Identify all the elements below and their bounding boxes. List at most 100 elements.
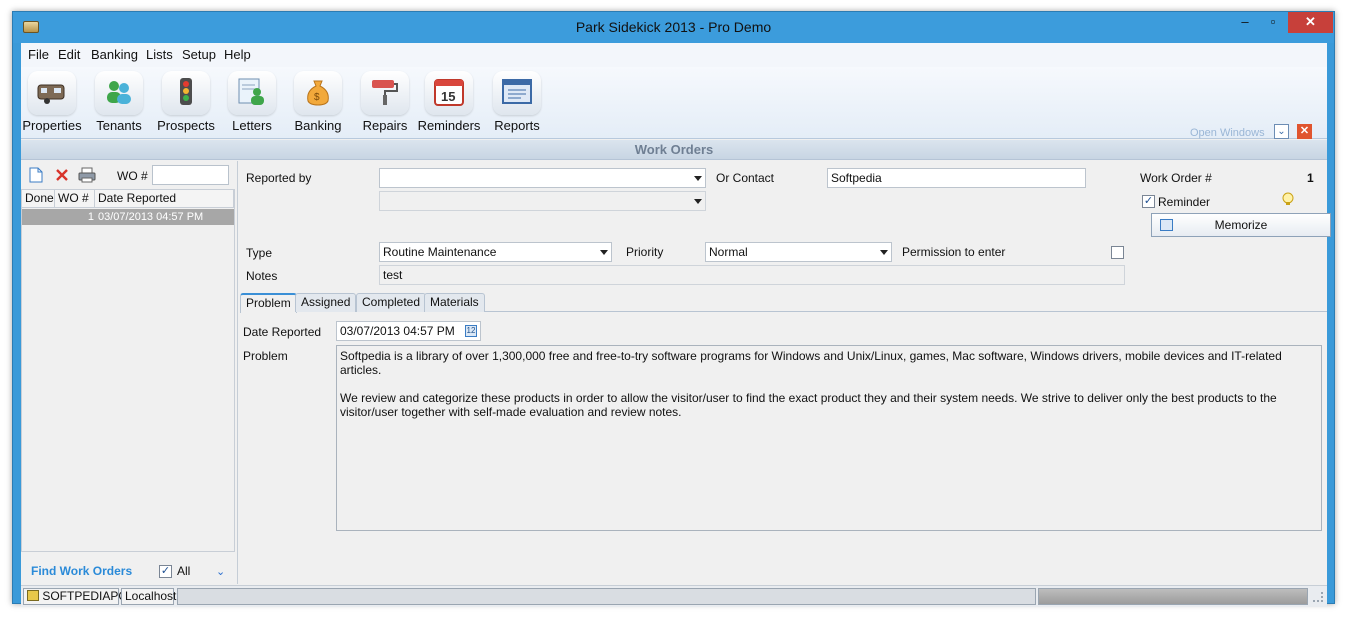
reported-by-combo[interactable] (379, 168, 706, 188)
row-wo: 1 (87, 211, 94, 223)
problem-label: Problem (243, 349, 288, 363)
table-row[interactable]: 1 03/07/2013 04:57 PM (22, 209, 234, 225)
paint-roller-icon (361, 71, 409, 115)
find-work-orders-link[interactable]: Find Work Orders (31, 564, 132, 578)
ribbon-repairs-button[interactable]: Repairs (361, 71, 409, 135)
window-title: Park Sidekick 2013 - Pro Demo (575, 19, 772, 35)
calendar-day: 15 (441, 89, 455, 104)
close-button[interactable]: ✕ (1288, 12, 1333, 33)
menu-bar: File Edit Banking Lists Setup Help (21, 43, 1327, 67)
column-header-wo[interactable]: WO # (55, 190, 95, 208)
tab-completed[interactable]: Completed (356, 293, 427, 312)
work-order-number-label: Work Order # (1140, 171, 1212, 185)
ribbon-properties-button[interactable]: Properties (22, 71, 82, 135)
type-combo[interactable]: Routine Maintenance (379, 242, 612, 262)
svg-text:$: $ (314, 92, 320, 103)
reminder-checkbox[interactable]: ✓ (1142, 195, 1155, 208)
status-progress-panel (177, 588, 1036, 605)
work-order-number: 1 (1307, 171, 1314, 185)
open-windows-label: Open Windows (1190, 127, 1265, 139)
date-reported-field[interactable]: 03/07/2013 04:57 PM 12 (336, 321, 481, 341)
work-order-list-pane: WO # Done WO # Date Reported 1 03/07/201… (21, 161, 238, 584)
ribbon-banking-button[interactable]: $ Banking (294, 71, 342, 135)
dropdown-arrow-icon (600, 250, 608, 255)
menu-banking[interactable]: Banking (91, 47, 138, 62)
dropdown-arrow-icon (694, 199, 702, 204)
ribbon-label: Properties (22, 118, 82, 133)
column-header-done[interactable]: Done (22, 190, 55, 208)
ribbon-tenants-button[interactable]: Tenants (95, 71, 143, 135)
chevron-down-icon[interactable]: ⌄ (1274, 124, 1289, 139)
lightbulb-icon[interactable] (1281, 192, 1295, 206)
status-bar: SOFTPEDIAPC Localhost (21, 585, 1327, 607)
wo-search-label: WO # (117, 169, 148, 183)
memorize-button[interactable]: Memorize (1151, 213, 1331, 237)
priority-label: Priority (626, 245, 664, 259)
row-date: 03/07/2013 04:57 PM (98, 211, 204, 223)
ribbon-prospects-button[interactable]: Prospects (157, 71, 215, 135)
menu-file[interactable]: File (28, 47, 49, 62)
client-area: File Edit Banking Lists Setup Help Prope… (21, 43, 1331, 607)
menu-help[interactable]: Help (224, 47, 251, 62)
reported-by-label: Reported by (246, 171, 312, 185)
ribbon-label: Prospects (157, 118, 215, 133)
traffic-light-icon (162, 71, 210, 115)
work-orders-grid: Done WO # Date Reported 1 03/07/2013 04:… (21, 189, 235, 552)
section-title: Work Orders (21, 140, 1327, 160)
status-computer: SOFTPEDIAPC (23, 588, 127, 605)
or-contact-label: Or Contact (716, 171, 775, 185)
permission-label: Permission to enter (902, 245, 1006, 259)
ribbon-reports-button[interactable]: Reports (493, 71, 541, 135)
ribbon-label: Repairs (362, 118, 408, 133)
tab-problem[interactable]: Problem (240, 293, 297, 313)
wo-search-input[interactable] (152, 165, 229, 185)
money-bag-icon: $ (294, 71, 342, 115)
permission-checkbox[interactable] (1111, 246, 1124, 259)
maximize-button[interactable]: ▫ (1260, 12, 1286, 33)
printer-icon[interactable] (78, 167, 96, 185)
ribbon-label: Reminders (417, 118, 481, 133)
tab-assigned[interactable]: Assigned (295, 293, 357, 312)
status-server: Localhost (121, 588, 176, 605)
menu-setup[interactable]: Setup (182, 47, 216, 62)
new-document-icon[interactable] (29, 167, 43, 185)
ribbon-letters-button[interactable]: Letters (228, 71, 276, 135)
detail-tabs: Problem Assigned Completed Materials (240, 293, 1327, 313)
menu-edit[interactable]: Edit (58, 47, 80, 62)
close-all-icon[interactable]: ✕ (1297, 124, 1312, 139)
date-reported-label: Date Reported (243, 325, 322, 339)
notes-label: Notes (246, 269, 278, 283)
minimize-button[interactable]: – (1232, 12, 1258, 33)
dropdown-arrow-icon (694, 176, 702, 181)
tab-materials[interactable]: Materials (424, 293, 485, 312)
ribbon-reminders-button[interactable]: 15 Reminders (418, 71, 480, 135)
ribbon-label: Letters (232, 118, 272, 133)
calendar-grid-icon (1160, 219, 1173, 231)
status-indicator (1038, 588, 1308, 605)
priority-combo[interactable]: Normal (705, 242, 892, 262)
people-icon (95, 71, 143, 115)
resize-grip-icon[interactable] (1313, 592, 1323, 602)
ribbon-label: Tenants (96, 118, 142, 133)
all-label: All (177, 564, 191, 578)
expand-chevron-icon[interactable]: ⌄ (216, 565, 225, 578)
work-order-detail: Reported by Or Contact Softpedia Work Or… (240, 161, 1331, 584)
letter-person-icon (228, 71, 276, 115)
calendar-picker-icon[interactable]: 12 (465, 325, 477, 337)
notes-field[interactable]: test (379, 265, 1125, 285)
delete-icon[interactable] (54, 167, 70, 185)
ribbon-label: Reports (494, 118, 540, 133)
trailer-icon (28, 71, 76, 115)
all-checkbox[interactable]: ✓ (159, 565, 172, 578)
problem-textarea[interactable]: Softpedia is a library of over 1,300,000… (336, 345, 1322, 531)
app-window: Park Sidekick 2013 - Pro Demo – ▫ ✕ File… (12, 11, 1335, 607)
title-bar[interactable]: Park Sidekick 2013 - Pro Demo – ▫ ✕ (13, 12, 1334, 43)
reminder-label: Reminder (1158, 195, 1211, 209)
type-label: Type (246, 246, 273, 260)
column-header-date[interactable]: Date Reported (95, 190, 234, 208)
menu-lists[interactable]: Lists (146, 47, 173, 62)
or-contact-field[interactable]: Softpedia (827, 168, 1086, 188)
dropdown-arrow-icon (880, 250, 888, 255)
ribbon-label: Banking (294, 118, 342, 133)
reported-by-unit-combo[interactable] (379, 191, 706, 211)
